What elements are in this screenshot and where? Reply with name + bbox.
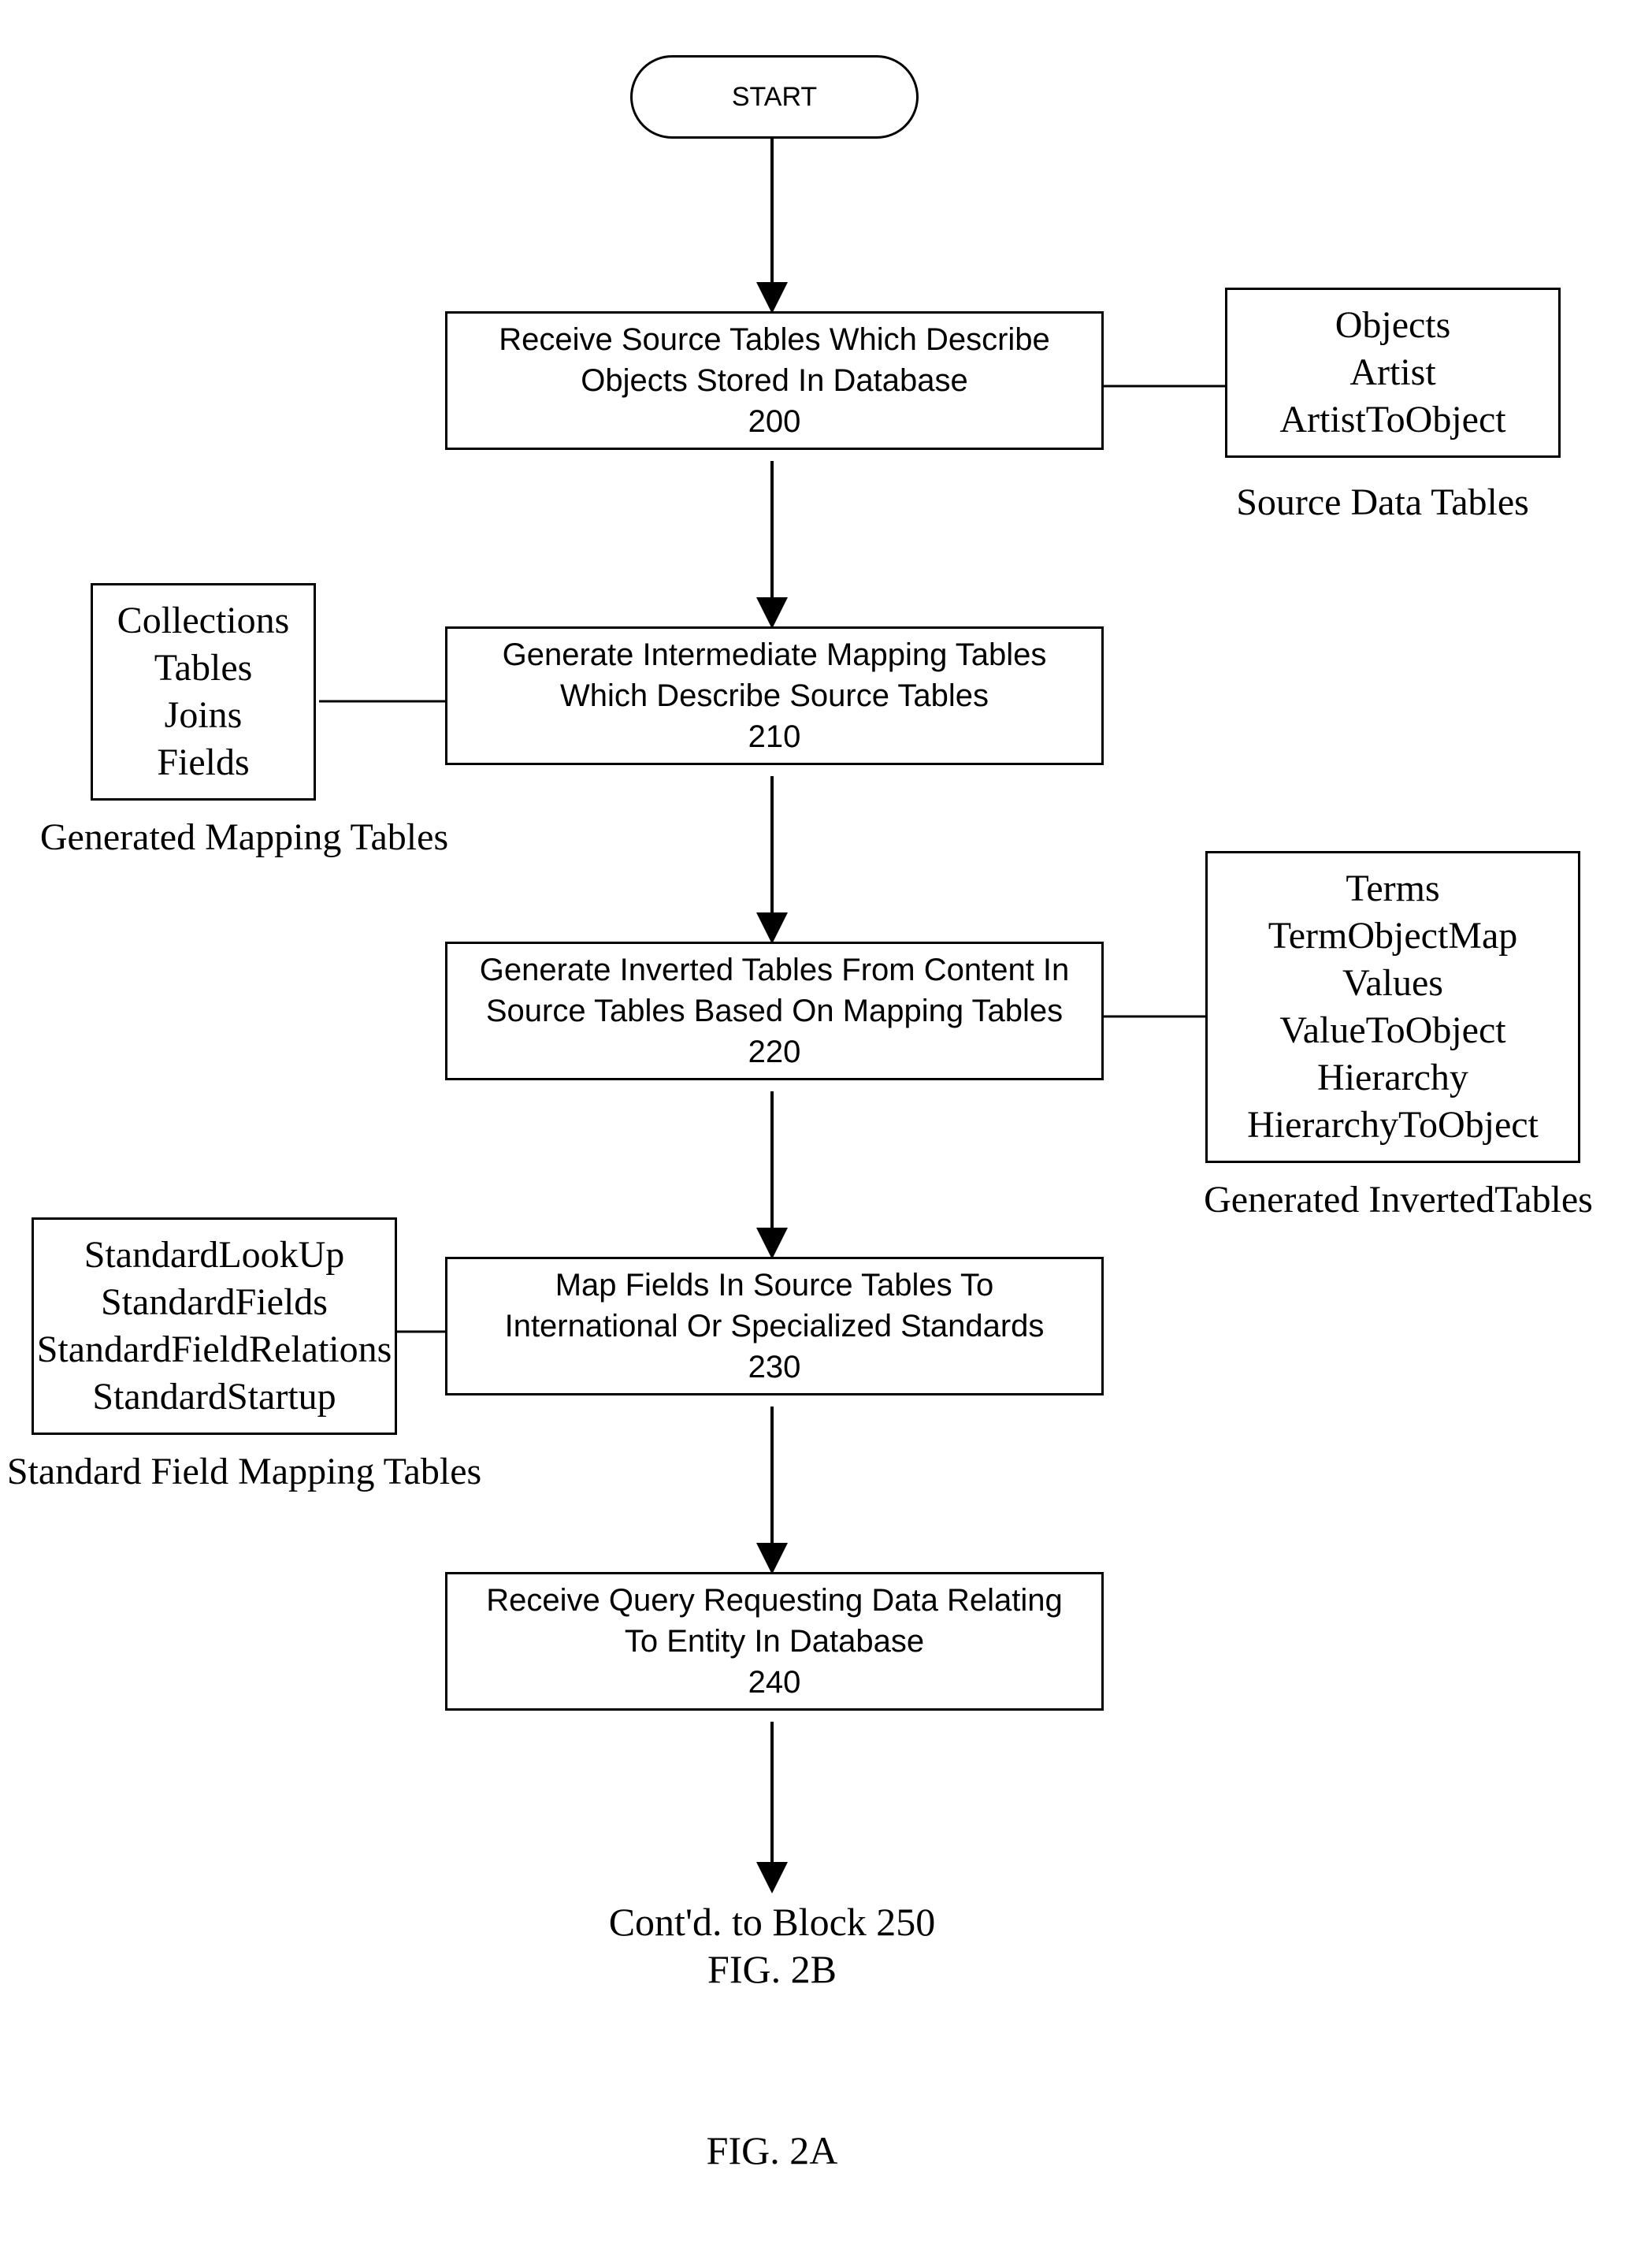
step-text: Source Tables Based On Mapping Tables [486, 990, 1063, 1031]
side-item: StandardLookUp [84, 1232, 345, 1279]
step-text: Receive Source Tables Which Describe [499, 319, 1050, 360]
step-text: To Entity In Database [625, 1621, 924, 1662]
fig-2a-label: FIG. 2A [685, 2128, 859, 2173]
step-number: 200 [748, 401, 801, 442]
side-item: Tables [154, 645, 253, 692]
step-210: Generate Intermediate Mapping Tables Whi… [445, 626, 1104, 765]
generated-mapping-tables-box: Collections Tables Joins Fields [91, 583, 316, 801]
start-label: START [732, 82, 817, 113]
side-item: Terms [1346, 865, 1439, 912]
side-item: HierarchyToObject [1247, 1102, 1539, 1149]
step-text: Receive Query Requesting Data Relating [486, 1580, 1063, 1621]
step-220: Generate Inverted Tables From Content In… [445, 942, 1104, 1080]
side-item: StandardStartup [92, 1373, 336, 1421]
step-number: 210 [748, 716, 801, 757]
step-200: Receive Source Tables Which Describe Obj… [445, 311, 1104, 450]
side-item: TermObjectMap [1268, 912, 1518, 960]
source-data-tables-caption: Source Data Tables [1217, 481, 1548, 524]
generated-mapping-tables-caption: Generated Mapping Tables [24, 816, 465, 859]
step-230: Map Fields In Source Tables To Internati… [445, 1257, 1104, 1395]
step-number: 240 [748, 1662, 801, 1703]
source-data-tables-box: Objects Artist ArtistToObject [1225, 288, 1561, 458]
standard-field-mapping-box: StandardLookUp StandardFields StandardFi… [32, 1217, 397, 1435]
side-item: StandardFields [101, 1279, 328, 1326]
side-item: Objects [1335, 302, 1451, 349]
step-text: Generate Intermediate Mapping Tables [503, 634, 1047, 675]
side-item: Artist [1349, 349, 1435, 396]
side-item: StandardFieldRelations [37, 1326, 392, 1373]
step-number: 230 [748, 1347, 801, 1388]
generated-inverted-tables-caption: Generated InvertedTables [1178, 1178, 1619, 1221]
step-text: Which Describe Source Tables [560, 675, 989, 716]
side-item: Collections [117, 597, 290, 645]
step-240: Receive Query Requesting Data Relating T… [445, 1572, 1104, 1711]
side-item: Fields [157, 739, 249, 786]
contd-text: Cont'd. to Block 250 [583, 1899, 961, 1945]
step-text: Generate Inverted Tables From Content In [480, 949, 1070, 990]
standard-field-mapping-caption: Standard Field Mapping Tables [0, 1450, 488, 1493]
start-node: START [630, 55, 919, 139]
side-item: ArtistToObject [1279, 396, 1505, 444]
step-text: Map Fields In Source Tables To [555, 1265, 994, 1306]
generated-inverted-tables-box: Terms TermObjectMap Values ValueToObject… [1205, 851, 1580, 1163]
side-item: Joins [165, 692, 243, 739]
fig-2b-text: FIG. 2B [685, 1946, 859, 1992]
side-item: Values [1342, 960, 1443, 1007]
side-item: Hierarchy [1317, 1054, 1468, 1102]
step-text: Objects Stored In Database [581, 360, 967, 401]
step-text: International Or Specialized Standards [505, 1306, 1045, 1347]
side-item: ValueToObject [1279, 1007, 1505, 1054]
step-number: 220 [748, 1031, 801, 1072]
